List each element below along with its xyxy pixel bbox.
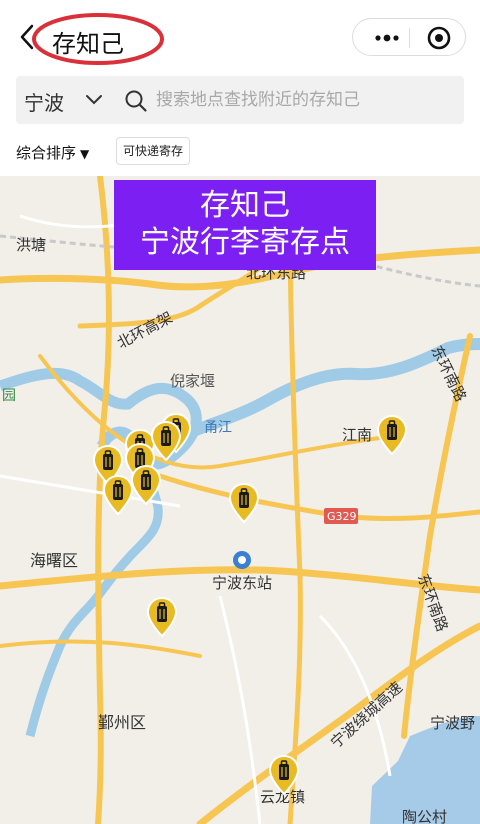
label-jiangnan: 江南 — [342, 426, 372, 444]
train-station-icon[interactable] — [233, 551, 251, 569]
target-close-icon[interactable] — [419, 19, 459, 57]
more-dots-icon[interactable] — [365, 19, 409, 57]
search-icon — [125, 90, 147, 112]
filter-row: 综合排序 ▼ 可快递寄存 — [0, 132, 480, 178]
miniprogram-capsule — [352, 18, 466, 56]
label-ningboye: 宁波野 — [430, 714, 475, 732]
city-selector[interactable]: 宁波 — [24, 87, 64, 116]
top-navigation-bar: 存知己 — [0, 0, 480, 72]
label-g329: G329 — [327, 510, 357, 523]
capsule-divider — [409, 28, 410, 48]
map-canvas[interactable]: 洪塘 北环东路 北环高架 倪家堰 甬江 江南 东环南路 G329 海曙区 宁波东… — [0, 176, 480, 824]
sort-dropdown[interactable]: 综合排序 ▼ — [16, 142, 89, 163]
banner-line-brand: 存知己 — [200, 188, 290, 223]
search-input[interactable] — [156, 85, 456, 115]
sort-label: 综合排序 — [16, 144, 77, 162]
label-nijiayan: 倪家堰 — [170, 372, 215, 390]
promo-banner: 存知己 宁波行李寄存点 — [114, 180, 376, 270]
banner-line-title: 宁波行李寄存点 — [140, 225, 350, 260]
chevron-down-icon[interactable] — [84, 90, 104, 110]
label-yongjiang: 甬江 — [204, 420, 232, 436]
page-title-area: 存知己 — [30, 12, 166, 66]
label-ningbodongzhan: 宁波东站 — [212, 574, 272, 592]
label-yinzhou: 鄞州区 — [98, 713, 146, 732]
label-haishu: 海曙区 — [30, 551, 78, 570]
label-yuan: 园 — [2, 388, 16, 404]
label-hongtang: 洪塘 — [16, 236, 46, 254]
express-storage-filter-chip[interactable]: 可快递寄存 — [116, 137, 191, 165]
map-view[interactable]: 洪塘 北环东路 北环高架 倪家堰 甬江 江南 东环南路 G329 海曙区 宁波东… — [0, 176, 480, 824]
search-bar: 宁波 — [16, 76, 464, 124]
page-title: 存知己 — [52, 30, 124, 58]
label-taogongcun: 陶公村 — [402, 808, 447, 824]
sort-arrow-icon: ▼ — [80, 147, 90, 161]
